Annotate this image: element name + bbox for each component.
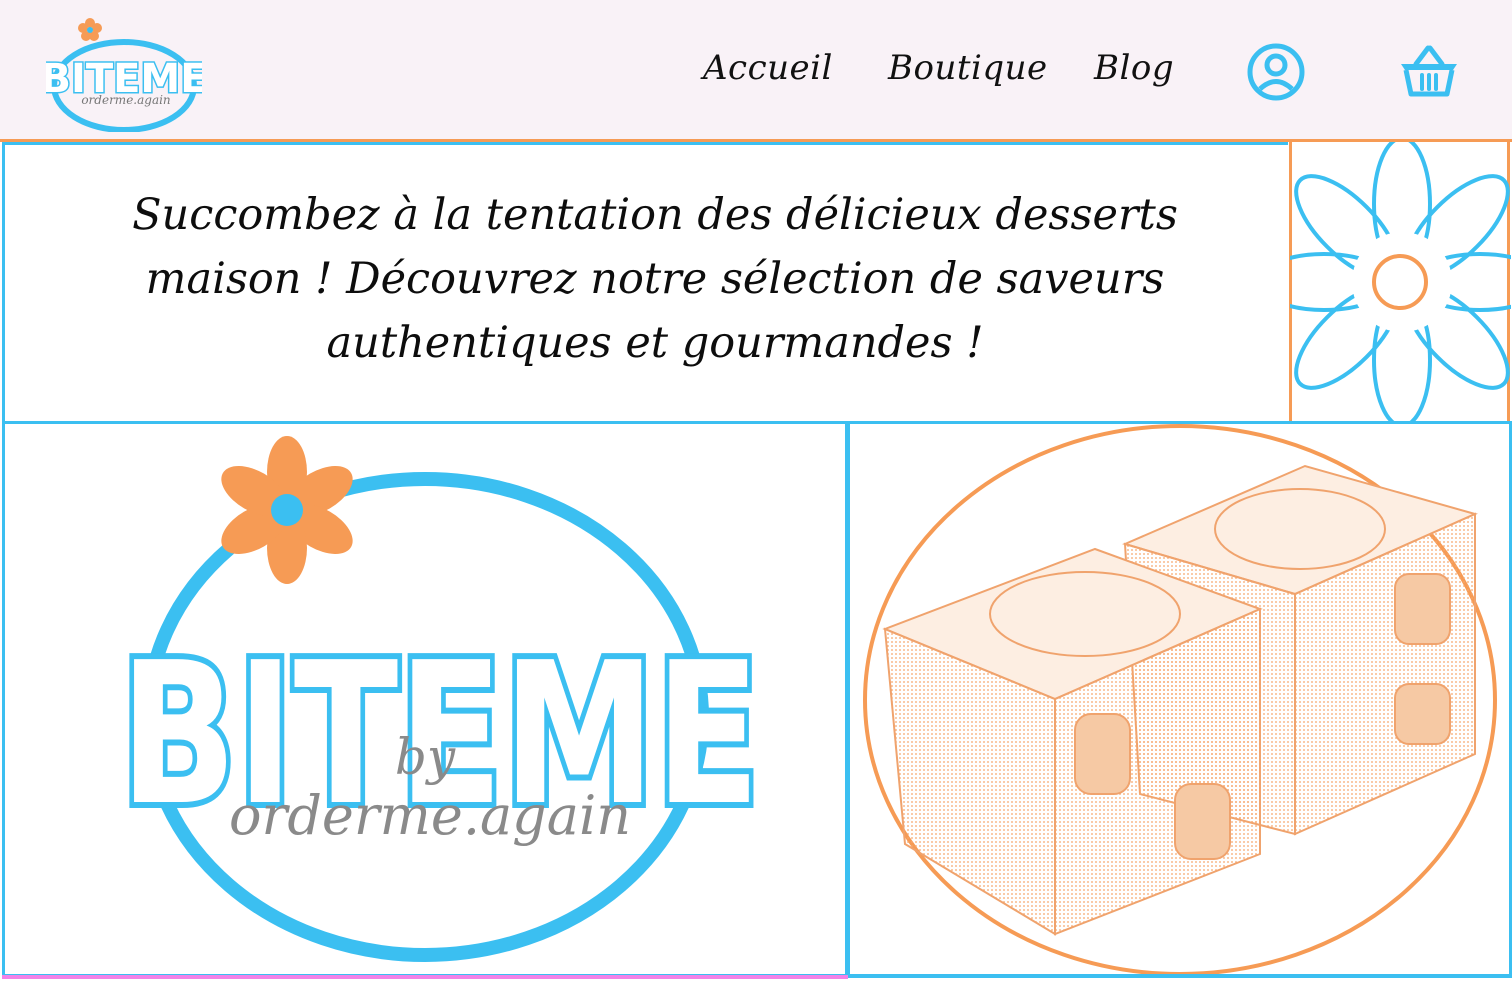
logo-handle: orderme.again [81,93,170,107]
decor-flower-panel [1289,142,1511,421]
user-account-icon[interactable] [1246,42,1306,102]
section-divider-pink [2,975,848,982]
site-logo[interactable]: BITEME orderme.again [46,14,202,132]
flower-icon [78,18,102,41]
shopping-basket-icon[interactable] [1398,44,1460,98]
brand-logo-panel: BITEME by orderme.again [2,421,848,977]
product-boxes-illustration [863,424,1497,974]
hero-tagline: Succombez à la tentation des délicieux d… [132,190,1178,368]
brand-logo-large: BITEME by orderme.again [114,436,766,962]
section-divider-blue [848,975,1512,982]
nav-blog[interactable]: Blog [1094,48,1174,88]
site-header: BITEME orderme.again Accueil Boutique Bl… [0,0,1512,142]
daisy-flower-icon [1290,142,1511,421]
brand-handle: orderme.again [229,784,631,847]
brand-by: by [395,728,456,786]
hero-banner: Succombez à la tentation des délicieux d… [2,142,1288,421]
nav-boutique[interactable]: Boutique [888,48,1048,88]
flower-icon [221,436,353,584]
nav-accueil[interactable]: Accueil [703,48,833,88]
product-packaging-panel [847,421,1512,977]
